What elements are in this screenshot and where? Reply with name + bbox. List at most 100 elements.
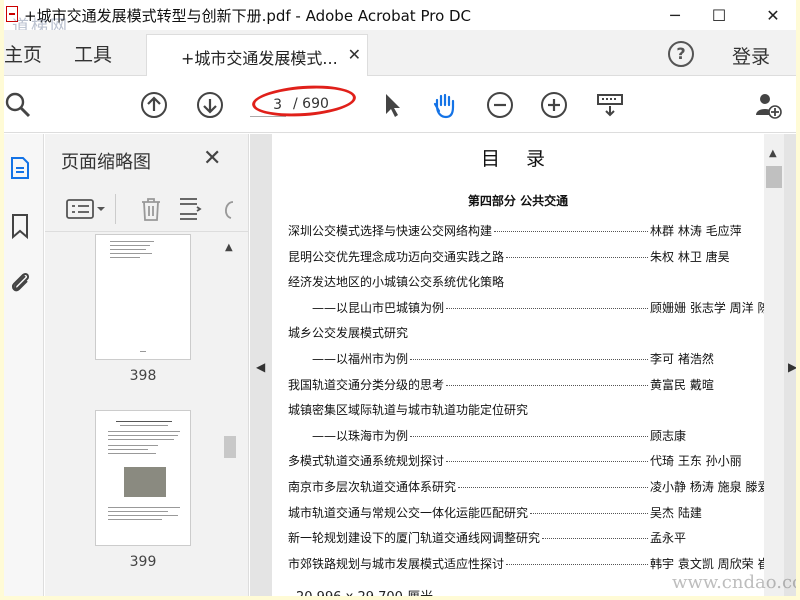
- watermark-bottom: www.cndao.com: [672, 572, 796, 593]
- thumbnail-map-image: [124, 467, 166, 497]
- close-window-button[interactable]: ✕: [750, 0, 796, 30]
- login-button[interactable]: 登录: [732, 42, 770, 69]
- thumbnail-text-line: [108, 519, 162, 520]
- toc-entry[interactable]: 深圳公交模式选择与快速公交网络构建 林群 林涛 毛应萍: [288, 222, 764, 240]
- toc-leader-dots: [446, 384, 648, 386]
- toc-leader-dots: [410, 435, 648, 437]
- toc-entry-authors: 黄富民 戴暄: [648, 375, 714, 393]
- tab-document[interactable]: +城市交通发展模式... ✕: [146, 34, 368, 76]
- document-scrollbar-thumb[interactable]: [766, 166, 782, 188]
- scroll-up-arrow-icon[interactable]: ▲: [769, 148, 777, 159]
- close-tab-icon[interactable]: ✕: [348, 45, 361, 64]
- thumbnail-scrollbar[interactable]: ▲: [221, 234, 239, 596]
- left-navigation-rail: [4, 134, 44, 596]
- toc-entry[interactable]: 我国轨道交通分类分级的思考 黄富民 戴暄: [288, 375, 764, 394]
- toc-entry[interactable]: ——以珠海市为例 顾志康: [288, 426, 764, 445]
- toc-title: 目 录: [480, 148, 556, 170]
- toc-entry[interactable]: ——以福州市为例 李可 褚浩然: [288, 350, 764, 368]
- toc-entry-title: ——以珠海市为例: [312, 426, 411, 444]
- keyboard-page-icon[interactable]: [596, 91, 624, 119]
- thumbnail-text-line: [120, 425, 168, 426]
- toc-entry-title: ——以昆山市巴城镇为例: [312, 298, 447, 316]
- thumbnail-text-line: [110, 249, 146, 250]
- title-bar: +城市交通发展模式转型与创新下册.pdf - Adobe Acrobat Pro…: [4, 0, 796, 37]
- hand-tool-icon[interactable]: [430, 91, 458, 119]
- toc-entry-title: 多模式轨道交通系统规划探讨: [288, 452, 447, 470]
- maximize-button[interactable]: ☐: [696, 0, 742, 30]
- thumbnail-text-line: [110, 241, 154, 242]
- thumbnail-page-number-line: [140, 351, 146, 352]
- bookmark-icon[interactable]: [8, 212, 32, 240]
- toc-leader-dots: [506, 256, 648, 258]
- select-cursor-icon[interactable]: [378, 91, 406, 119]
- toc-entry-title: 昆明公交优先理念成功迈向交通实践之路: [288, 247, 507, 265]
- toc-entry[interactable]: 市郊铁路规划与城市发展模式适应性探讨 韩宇 袁文凯 周欣荣 崔扬: [288, 554, 764, 573]
- part-heading: 第四部分 公共交通: [467, 194, 569, 208]
- toc-entry-authors: 吴杰 陆建: [648, 503, 702, 521]
- insert-pages-icon[interactable]: [177, 196, 203, 222]
- toc-entry[interactable]: 昆明公交优先理念成功迈向交通实践之路 朱权 林卫 唐昊: [288, 247, 764, 266]
- toc-entry-authors: 代琦 王东 孙小丽: [648, 452, 742, 470]
- minimize-button[interactable]: ─: [652, 0, 698, 30]
- document-page: 目 录 第四部分 公共交通 深圳公交模式选择与快速公交网络构建 林群 林涛 毛应萍…: [272, 134, 764, 596]
- zoom-out-icon[interactable]: [486, 91, 514, 119]
- thumbnail-text-line: [110, 257, 140, 258]
- document-view: ◀ 目 录 第四部分 公共交通 深圳公交模式选择与快速公交网络构建 林群 林涛 毛…: [250, 134, 796, 596]
- previous-page-icon[interactable]: [140, 91, 168, 119]
- thumbnail-text-line: [108, 507, 180, 508]
- toc-entry[interactable]: 新一轮规划建设下的厦门轨道交通线网调整研究 孟永平: [288, 529, 764, 547]
- toc-entry-authors: 顾姗姗 张志学 周洋 陈亚红: [648, 298, 764, 316]
- toc-entry-title: 城镇密集区域际轨道与城市轨道功能定位研究: [288, 401, 531, 419]
- thumbnail-list: 398 399: [45, 234, 248, 596]
- toc-entry-title: 新一轮规划建设下的厦门轨道交通线网调整研究: [288, 529, 543, 547]
- thumbnail-page-399[interactable]: [95, 410, 191, 546]
- red-annotation-ellipse: [251, 82, 357, 120]
- thumbnail-text-line: [108, 511, 168, 512]
- toc-leader-dots: [506, 563, 648, 565]
- toc-leader-dots: [458, 487, 648, 488]
- toc-entry[interactable]: 南京市多层次轨道交通体系研究 凌小静 杨涛 施泉 滕爱兵: [288, 478, 764, 496]
- document-scrollbar[interactable]: ▲: [764, 134, 784, 596]
- add-user-icon[interactable]: [754, 91, 782, 119]
- toc-entry-authors: 孟永平: [648, 529, 687, 547]
- tab-tools[interactable]: 工具: [74, 40, 112, 67]
- toc-entry[interactable]: 城市轨道交通与常规公交一体化运能匹配研究 吴杰 陆建: [288, 503, 764, 522]
- toolbar: 3 / 690: [4, 77, 796, 133]
- thumbnail-label: 399: [129, 554, 157, 570]
- toc-entry-authors: 韩宇 袁文凯 周欣荣 崔扬: [648, 554, 764, 572]
- toc-entry-authors: 林群 林涛 毛应萍: [648, 222, 742, 239]
- rotate-icon[interactable]: [219, 196, 237, 222]
- collapse-left-panel-icon[interactable]: ◀: [256, 360, 265, 374]
- toc-entry-title: 城乡公交发展模式研究: [288, 324, 411, 342]
- thumbnail-scrollbar-thumb[interactable]: [224, 436, 236, 458]
- thumbnail-text-line: [110, 253, 152, 254]
- toc-entry[interactable]: 城镇密集区域际轨道与城市轨道功能定位研究: [288, 401, 764, 419]
- expand-right-panel-icon[interactable]: ▶: [788, 360, 796, 374]
- toc-entry-authors: 朱权 林卫 唐昊: [648, 247, 730, 265]
- toc-leader-dots: [410, 359, 648, 360]
- toc-entry-title: 我国轨道交通分类分级的思考: [288, 375, 447, 393]
- thumbnail-text-line: [108, 515, 178, 516]
- scroll-up-arrow-icon[interactable]: ▲: [225, 242, 233, 253]
- close-panel-icon[interactable]: ✕: [203, 146, 221, 171]
- toc-entry[interactable]: 城乡公交发展模式研究: [288, 324, 764, 342]
- page-thumbnails-icon[interactable]: [8, 154, 32, 182]
- thumbnail-page-398[interactable]: [95, 234, 191, 360]
- thumbnail-options-icon[interactable]: [65, 198, 107, 220]
- attachment-icon[interactable]: [8, 268, 32, 296]
- toolbar-divider: [115, 194, 116, 224]
- zoom-in-icon[interactable]: [540, 91, 568, 119]
- toc-entry[interactable]: 多模式轨道交通系统规划探讨 代琦 王东 孙小丽: [288, 452, 764, 470]
- search-icon[interactable]: [4, 91, 32, 119]
- next-page-icon[interactable]: [196, 91, 224, 119]
- toc-entry[interactable]: 经济发达地区的小城镇公交系统优化策略: [288, 273, 764, 291]
- thumbnails-panel-title: 页面缩略图: [61, 152, 151, 173]
- help-icon[interactable]: ?: [668, 41, 694, 67]
- document-tab-label: +城市交通发展模式...: [181, 49, 338, 68]
- tab-home[interactable]: 主页: [4, 40, 42, 67]
- trash-icon[interactable]: [139, 196, 163, 222]
- toc-leader-dots: [530, 512, 648, 514]
- thumbnail-title-line: [116, 421, 172, 422]
- page-size-readout: 20.996 x 29.700 厘米: [290, 586, 440, 596]
- toc-entry[interactable]: ——以昆山市巴城镇为例 顾姗姗 张志学 周洋 陈亚红: [288, 298, 764, 317]
